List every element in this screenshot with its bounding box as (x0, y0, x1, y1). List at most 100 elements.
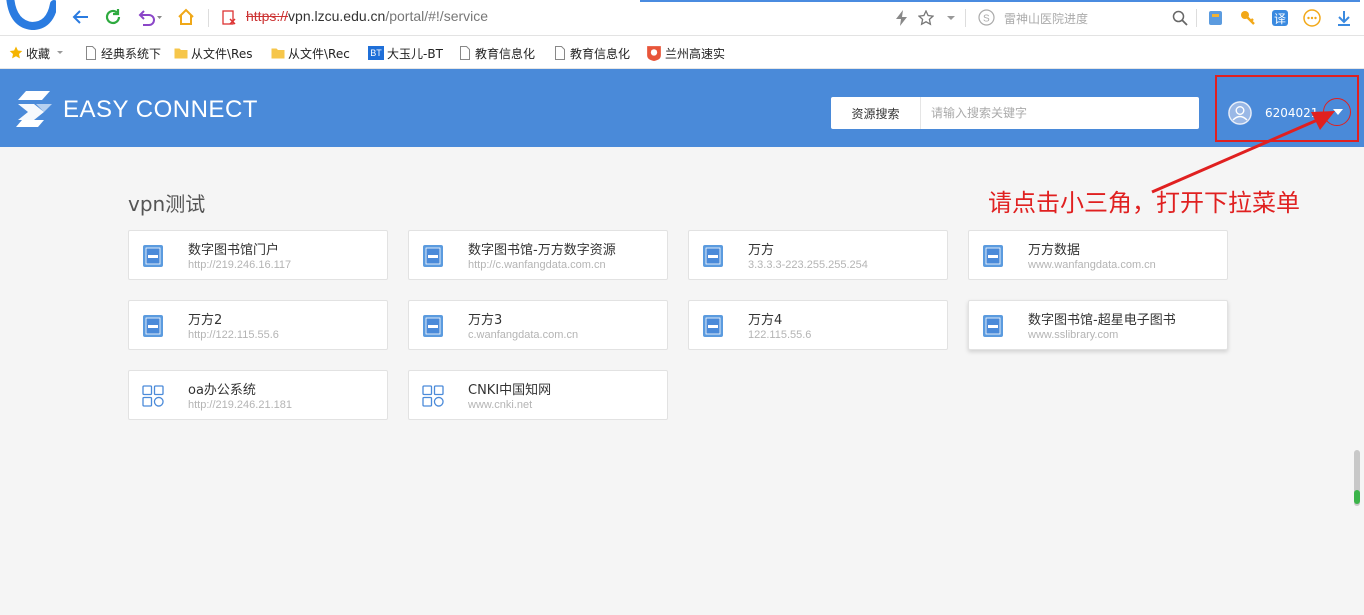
avatar[interactable] (1228, 101, 1252, 125)
url-scheme: https:// (246, 8, 289, 24)
bookmarks-bar: 收藏 经典系统下 从文件\Res 从文件\Rec BT 大玉儿-BT 教育信息化… (0, 36, 1364, 69)
book-icon (703, 245, 723, 267)
bookmark-item[interactable]: 经典系统下 (84, 45, 161, 61)
bookmark-item[interactable]: 教育信息化 (458, 45, 535, 61)
speed-mode-button[interactable] (892, 8, 912, 28)
address-separator (965, 9, 966, 27)
annotation-text: 请点击小三角，打开下拉菜单 (988, 189, 1300, 217)
book-icon (143, 315, 163, 337)
resource-card[interactable]: oa办公系统 http://219.246.21.181 (128, 370, 388, 420)
menu-more-button[interactable] (1302, 8, 1322, 28)
scrollbar-indicator (1354, 490, 1360, 504)
undo-close-button[interactable] (134, 6, 164, 28)
resource-url: 122.115.55.6 (748, 329, 812, 341)
app-logo-text: EASY CONNECT (63, 96, 258, 123)
address-separator (208, 9, 209, 27)
bookmark-label: 兰州高速实 (665, 46, 726, 61)
resource-card[interactable]: 万方3 c.wanfangdata.com.cn (408, 300, 668, 350)
bookmark-item[interactable]: 从文件\Res (174, 45, 252, 61)
resource-url: http://c.wanfangdata.com.cn (468, 259, 606, 271)
browser-search-button[interactable] (1170, 8, 1190, 28)
extension-button-1[interactable] (1206, 8, 1226, 28)
insecure-page-icon (222, 10, 236, 25)
bookmark-label: 教育信息化 (475, 46, 536, 61)
resource-title: 万方数据 (1028, 243, 1081, 258)
folder-icon (174, 48, 188, 59)
resource-card[interactable]: 万方4 122.115.55.6 (688, 300, 948, 350)
resource-url: www.sslibrary.com (1028, 329, 1119, 341)
address-dropdown-button[interactable] (941, 8, 961, 28)
bookmark-item[interactable]: 兰州高速实 (646, 45, 725, 61)
address-separator (1196, 9, 1197, 27)
bookmark-label: 从文件\Rec (288, 46, 350, 61)
resource-url: www.wanfangdata.com.cn (1028, 259, 1156, 271)
bt-icon: BT (368, 46, 384, 60)
home-button[interactable] (175, 6, 197, 28)
loading-progress-line (640, 0, 1360, 2)
extension-button-2[interactable] (1238, 8, 1258, 28)
resource-url: www.cnki.net (468, 399, 533, 411)
bookmark-label: 从文件\Res (191, 46, 253, 61)
bookmark-label: 大玉儿-BT (387, 46, 443, 61)
undo-icon (138, 10, 162, 26)
url-field[interactable]: https://vpn.lzcu.edu.cn/portal/#!/servic… (246, 8, 488, 24)
red-badge-icon (647, 46, 661, 61)
resource-card[interactable]: 万方数据 www.wanfangdata.com.cn (968, 230, 1228, 280)
caret-down-icon (947, 16, 955, 20)
back-arrow-icon (72, 10, 88, 24)
easyconnect-logo-icon (16, 91, 52, 127)
lightning-icon (896, 10, 907, 26)
refresh-button[interactable] (102, 6, 124, 28)
star-outline-icon (918, 10, 934, 26)
page-icon (555, 46, 565, 60)
browser-search-hint[interactable]: 雷神山医院进度 (1004, 10, 1088, 27)
resource-card[interactable]: CNKI中国知网 www.cnki.net (408, 370, 668, 420)
caret-down-icon (57, 51, 64, 54)
download-button[interactable] (1334, 8, 1354, 28)
resource-card[interactable]: 数字图书馆-万方数字资源 http://c.wanfangdata.com.cn (408, 230, 668, 280)
folder-icon (271, 48, 285, 59)
bookmark-item[interactable]: 从文件\Rec (271, 45, 350, 61)
resource-title: 数字图书馆门户 (188, 243, 280, 258)
star-icon (9, 46, 23, 59)
resource-card[interactable]: 数字图书馆-超星电子图书 www.sslibrary.com (968, 300, 1228, 350)
resource-title: oa办公系统 (188, 383, 256, 398)
download-icon (1338, 11, 1350, 26)
bookmark-favorites[interactable]: 收藏 (9, 45, 66, 61)
user-dropdown-toggle[interactable] (1325, 99, 1351, 125)
browser-logo-icon (6, 0, 56, 30)
grid-icon (422, 385, 444, 407)
resource-url: http://219.246.16.117 (188, 259, 292, 271)
resource-card[interactable]: 万方2 http://122.115.55.6 (128, 300, 388, 350)
bookmark-item[interactable]: BT 大玉儿-BT (368, 45, 443, 61)
search-engine-icon: S (978, 9, 995, 26)
book-icon (143, 245, 163, 267)
search-icon (1172, 10, 1188, 26)
url-host: vpn.lzcu.edu.cn (288, 8, 386, 24)
resource-card[interactable]: 数字图书馆门户 http://219.246.16.117 (128, 230, 388, 280)
resource-search-input[interactable] (921, 97, 1199, 129)
home-icon (178, 8, 194, 25)
user-name[interactable]: 6204021... (1265, 106, 1330, 120)
bookmark-item[interactable]: 教育信息化 (553, 45, 630, 61)
resource-title: 万方4 (748, 313, 783, 328)
bookmark-label: 收藏 (26, 46, 51, 61)
bookmark-sync-icon (1209, 11, 1222, 25)
app-header: EASY CONNECT 资源搜索 6204021... (0, 69, 1364, 147)
resource-url: 3.3.3.3-223.255.255.254 (748, 259, 868, 271)
resource-card[interactable]: 万方 3.3.3.3-223.255.255.254 (688, 230, 948, 280)
resource-url: http://219.246.21.181 (188, 399, 292, 411)
book-icon (423, 245, 443, 267)
back-button[interactable] (70, 6, 92, 28)
user-menu[interactable]: 6204021... (1228, 101, 1330, 125)
translate-button[interactable]: 译 (1270, 8, 1290, 28)
page-icon (460, 46, 470, 60)
resource-url: c.wanfangdata.com.cn (468, 329, 579, 341)
resource-title: 数字图书馆-万方数字资源 (468, 243, 616, 258)
search-category-button[interactable]: 资源搜索 (831, 97, 921, 129)
favorite-star-button[interactable] (916, 8, 936, 28)
section-title: vpn测试 (128, 192, 206, 216)
url-path: /portal/#!/service (385, 8, 489, 24)
book-icon (983, 245, 1003, 267)
svg-text:S: S (983, 14, 990, 25)
